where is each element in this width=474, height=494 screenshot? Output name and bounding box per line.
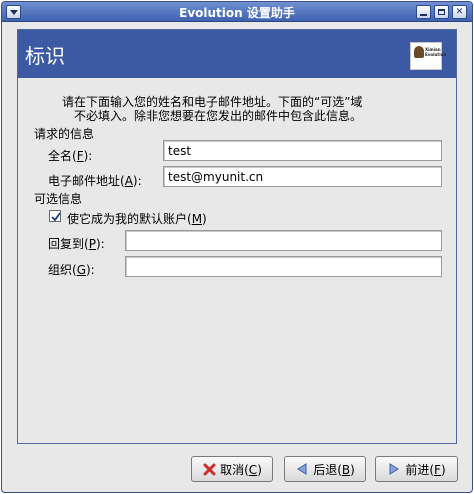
reply-to-input[interactable] <box>125 230 442 251</box>
organization-label: 组织(G): <box>48 263 95 277</box>
checkmark-icon <box>51 212 61 222</box>
maximize-icon <box>438 9 445 15</box>
default-account-checkbox[interactable] <box>49 210 61 222</box>
maximize-button[interactable] <box>434 5 449 19</box>
page-header: 标识 Ximian Evolution <box>18 30 456 78</box>
intro-line-1: 请在下面输入您的姓名和电子邮件地址。下面的“可选”域 <box>62 95 363 109</box>
reply-to-label: 回复到(P): <box>48 237 105 251</box>
cancel-label: 取消(C) <box>220 462 262 477</box>
title-bar[interactable]: Evolution 设置助手 ✕ <box>2 2 472 22</box>
default-account-label[interactable]: 使它成为我的默认账户(M) <box>67 210 207 227</box>
minimize-button[interactable] <box>416 5 431 19</box>
organization-input[interactable] <box>125 256 442 277</box>
setup-assistant-window: Evolution 设置助手 ✕ 标识 Ximian Evolution 请在下面… <box>1 1 473 493</box>
fullname-input[interactable] <box>163 140 442 161</box>
required-info-heading: 请求的信息 <box>34 127 95 141</box>
arrow-right-icon <box>387 462 401 476</box>
forward-label: 前进(F) <box>405 462 446 477</box>
fullname-label: 全名(F): <box>48 149 93 163</box>
page-title: 标识 <box>25 44 65 68</box>
cancel-button[interactable]: 取消(C) <box>191 456 273 482</box>
window-title: Evolution 设置助手 <box>179 6 295 20</box>
minimize-icon <box>420 14 427 16</box>
close-icon: ✕ <box>455 6 464 17</box>
intro-line-2: 不必填入。除非您想要在您发出的邮件中包含此信息。 <box>74 109 363 123</box>
evolution-logo-icon: Ximian Evolution <box>410 42 446 70</box>
forward-button[interactable]: 前进(F) <box>375 456 458 482</box>
identity-page: 标识 Ximian Evolution 请在下面输入您的姓名和电子邮件地址。下面的… <box>17 29 457 444</box>
arrow-left-icon <box>295 462 309 476</box>
back-button[interactable]: 后退(B) <box>284 456 366 482</box>
email-label: 电子邮件地址(A): <box>48 174 142 188</box>
email-input[interactable] <box>163 166 442 187</box>
back-label: 后退(B) <box>313 462 355 477</box>
optional-info-heading: 可选信息 <box>34 192 83 206</box>
close-icon <box>202 462 216 476</box>
close-window-button[interactable]: ✕ <box>452 5 467 19</box>
intro-text: 请在下面输入您的姓名和电子邮件地址。下面的“可选”域 不必填入。除非您想要在您发… <box>62 95 442 123</box>
